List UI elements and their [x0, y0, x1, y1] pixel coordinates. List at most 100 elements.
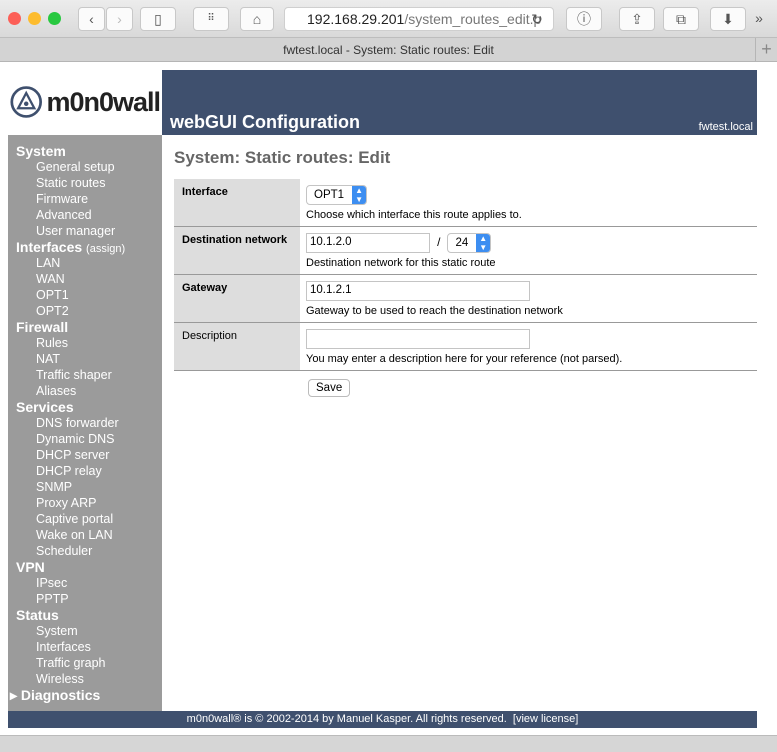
new-tab-button[interactable]: +: [755, 38, 777, 61]
interface-label: Interface: [174, 179, 300, 227]
subnet-mask-select[interactable]: 24 ▲ ▼: [447, 233, 492, 253]
sidebar-item-aliases[interactable]: Aliases: [8, 383, 162, 399]
sidebar-item-advanced[interactable]: Advanced: [8, 207, 162, 223]
browser-toolbar: ‹ › ▯ ⠿ ⌂ 192.168.29.201/system_routes_e…: [0, 0, 777, 38]
sidebar-heading-label: Interfaces: [16, 239, 83, 255]
sidebar-item-wan[interactable]: WAN: [8, 271, 162, 287]
url-host: 192.168.29.201: [307, 11, 405, 27]
copyright-text: m0n0wall® is © 2002-2014 by Manuel Kaspe…: [186, 713, 507, 725]
sidebar-heading-label: Status: [16, 607, 59, 623]
share-icon[interactable]: ⇪: [619, 7, 655, 31]
sidebar-heading-diagnostics[interactable]: ▸ Diagnostics: [8, 687, 162, 703]
header-hostname: fwtest.local: [698, 121, 753, 133]
sidebar-heading-interfaces[interactable]: Interfaces (assign): [8, 239, 162, 255]
destination-row: Destination network 10.1.2.0 / 24 ▲ ▼ Dest…: [174, 226, 774, 275]
interface-select[interactable]: OPT1 ▲ ▼: [306, 185, 368, 205]
sidebar-heading-firewall[interactable]: Firewall: [8, 319, 162, 335]
close-window-button[interactable]: [8, 12, 21, 25]
address-bar[interactable]: 192.168.29.201/system_routes_edit.p: [284, 7, 554, 31]
sidebar-item-system[interactable]: System: [8, 623, 162, 639]
description-row: Description You may enter a description …: [174, 322, 774, 371]
subnet-mask-value: 24: [455, 237, 469, 249]
sidebar-item-captive-portal[interactable]: Captive portal: [8, 511, 162, 527]
description-label: Description: [174, 322, 300, 371]
sidebar-item-dhcp-relay[interactable]: DHCP relay: [8, 463, 162, 479]
top-sites-icon[interactable]: ⠿: [193, 7, 229, 31]
sidebar-nav: System General setup Static routes Firmware…: [8, 135, 162, 711]
interface-row: Interface OPT1 ▲ ▼ Choose which interface …: [174, 179, 774, 227]
sidebar-item-dhcp-server[interactable]: DHCP server: [8, 447, 162, 463]
description-hint: You may enter a description here for you…: [306, 353, 623, 365]
sidebar-item-dns-forwarder[interactable]: DNS forwarder: [8, 415, 162, 431]
description-input[interactable]: [306, 329, 530, 349]
interface-hint: Choose which interface this route applie…: [306, 209, 522, 221]
mask-separator: /: [437, 234, 441, 249]
reload-icon[interactable]: ↻: [526, 8, 548, 32]
back-button[interactable]: ‹: [78, 7, 105, 31]
sidebar-item-snmp[interactable]: SNMP: [8, 479, 162, 495]
view-license-link[interactable]: [view license]: [513, 713, 578, 725]
gateway-row: Gateway 10.1.2.1 Gateway to be used to r…: [174, 274, 774, 323]
sidebar-item-opt1[interactable]: OPT1: [8, 287, 162, 303]
tabs-icon[interactable]: ⧉: [663, 7, 699, 31]
sidebar-item-user-manager[interactable]: User manager: [8, 223, 162, 239]
sidebar-item-pptp[interactable]: PPTP: [8, 591, 162, 607]
sidebar-heading-label: Services: [16, 399, 74, 415]
main-content: System: Static routes: Edit Interface OP…: [174, 148, 774, 397]
select-arrows-icon: ▲ ▼: [352, 186, 367, 204]
sidebar-item-lan[interactable]: LAN: [8, 255, 162, 271]
sidebar-item-opt2[interactable]: OPT2: [8, 303, 162, 319]
forward-button[interactable]: ›: [106, 7, 133, 31]
select-arrows-icon: ▲ ▼: [476, 234, 491, 252]
sidebar-toggle-icon[interactable]: ▯: [140, 7, 176, 31]
maximize-window-button[interactable]: [48, 12, 61, 25]
sidebar-item-scheduler[interactable]: Scheduler: [8, 543, 162, 559]
sidebar-heading-status[interactable]: Status: [8, 607, 162, 623]
sidebar-item-traffic-shaper[interactable]: Traffic shaper: [8, 367, 162, 383]
route-form: Interface OPT1 ▲ ▼ Choose which interface …: [174, 179, 774, 371]
sidebar-item-firmware[interactable]: Firmware: [8, 191, 162, 207]
save-button[interactable]: Save: [308, 379, 351, 397]
status-bar: [0, 735, 777, 752]
page-header: webGUI Configuration fwtest.local: [162, 70, 757, 135]
header-title: webGUI Configuration: [170, 112, 360, 132]
logo-text: m0n0wall: [46, 86, 161, 117]
sidebar-item-nat[interactable]: NAT: [8, 351, 162, 367]
downloads-icon[interactable]: ⬇: [710, 7, 746, 31]
sidebar-item-wake-on-lan[interactable]: Wake on LAN: [8, 527, 162, 543]
sidebar-item-interfaces[interactable]: Interfaces: [8, 639, 162, 655]
sidebar-heading-label: VPN: [16, 559, 45, 575]
sidebar-item-dynamic-dns[interactable]: Dynamic DNS: [8, 431, 162, 447]
expand-arrow-icon[interactable]: ▸: [10, 687, 21, 703]
sidebar-heading-label: Diagnostics: [20, 687, 101, 703]
page-title: System: Static routes: Edit: [174, 148, 391, 167]
gateway-input[interactable]: 10.1.2.1: [306, 281, 530, 301]
sidebar-item-wireless[interactable]: Wireless: [8, 671, 162, 687]
sidebar-item-general-setup[interactable]: General setup: [8, 159, 162, 175]
overflow-icon[interactable]: »: [748, 7, 770, 31]
scrollbar-track[interactable]: [757, 62, 777, 735]
sidebar-heading-system[interactable]: System: [8, 143, 162, 159]
destination-network-input[interactable]: 10.1.2.0: [306, 233, 430, 253]
sidebar-item-rules[interactable]: Rules: [8, 335, 162, 351]
sidebar-heading-label: Firewall: [16, 319, 69, 335]
home-icon[interactable]: ⌂: [240, 7, 274, 31]
sidebar-item-traffic-graph[interactable]: Traffic graph: [8, 655, 162, 671]
url-path: /system_routes_edit.p: [404, 11, 542, 27]
sidebar-item-ipsec[interactable]: IPsec: [8, 575, 162, 591]
tab-bar: fwtest.local - System: Static routes: Ed…: [0, 38, 777, 62]
m0n0wall-logo[interactable]: m0n0wall: [10, 82, 161, 122]
sidebar-heading-vpn[interactable]: VPN: [8, 559, 162, 575]
interface-value: OPT1: [314, 189, 345, 201]
minimize-window-button[interactable]: [28, 12, 41, 25]
logo-emblem-icon: [10, 86, 42, 118]
sidebar-heading-services[interactable]: Services: [8, 399, 162, 415]
sidebar-item-proxy-arp[interactable]: Proxy ARP: [8, 495, 162, 511]
assign-link[interactable]: (assign): [86, 243, 125, 255]
gateway-hint: Gateway to be used to reach the destinat…: [306, 305, 563, 317]
password-icon[interactable]: ⓘ: [566, 7, 602, 31]
sidebar-heading-label: System: [16, 143, 66, 159]
tab-title[interactable]: fwtest.local - System: Static routes: Ed…: [283, 43, 494, 57]
gateway-label: Gateway: [174, 274, 300, 323]
sidebar-item-static-routes[interactable]: Static routes: [8, 175, 162, 191]
